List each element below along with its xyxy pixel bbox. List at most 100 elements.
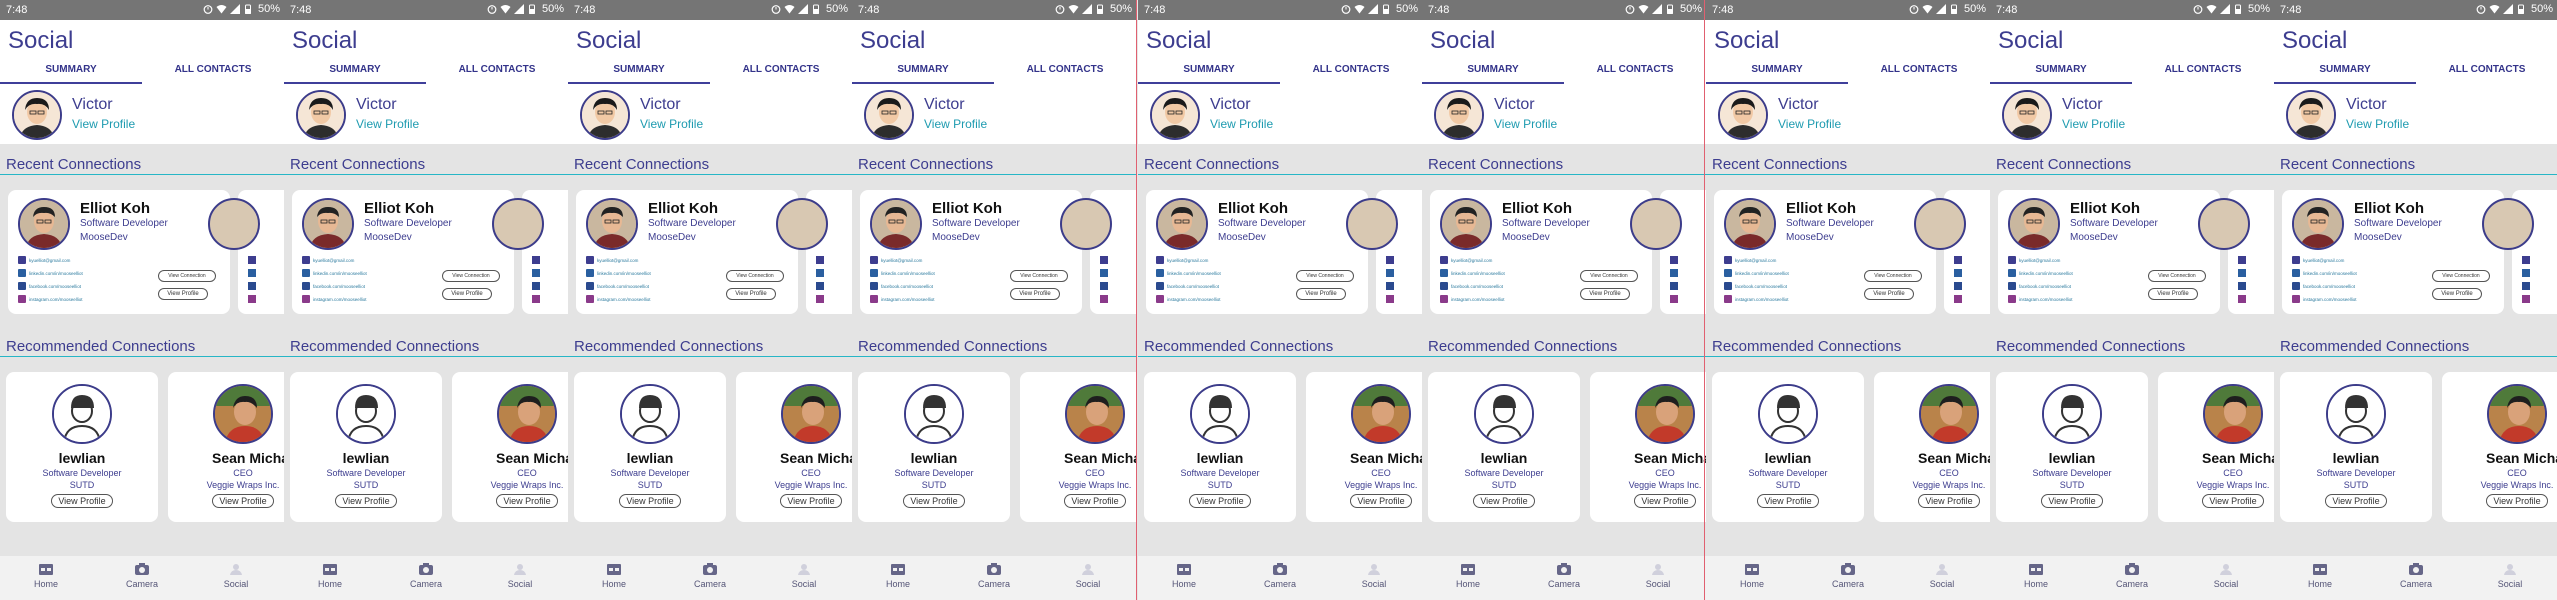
view-my-profile-link[interactable]: View Profile: [72, 117, 135, 131]
my-profile-row[interactable]: Victor View Profile: [0, 84, 284, 144]
tab-summary[interactable]: SUMMARY: [852, 64, 994, 84]
view-profile-button[interactable]: View Profile: [212, 494, 274, 508]
recommended-card[interactable]: lewlian Software Developer SUTD View Pro…: [6, 372, 158, 522]
recommended-card[interactable]: Sean Michael Li CEO Veggie Wraps Inc. Vi…: [452, 372, 568, 522]
recommended-card[interactable]: Sean Michael Li CEO Veggie Wraps Inc. Vi…: [736, 372, 852, 522]
view-profile-button[interactable]: View Profile: [780, 494, 842, 508]
tab-summary[interactable]: SUMMARY: [1706, 64, 1848, 84]
connection-card[interactable]: Elliot Koh Software Developer MooseDev k…: [8, 190, 230, 314]
nav-home[interactable]: Home: [16, 562, 76, 589]
recommended-card[interactable]: lewlian Software Developer SUTD View Pro…: [1428, 372, 1580, 522]
my-avatar[interactable]: [1434, 90, 1484, 140]
contact-facebook[interactable]: facebook.com/mooseelliot: [302, 282, 365, 290]
nav-home[interactable]: Home: [868, 562, 928, 589]
contact-facebook[interactable]: facebook.com/mooseelliot: [1156, 282, 1219, 290]
tab-summary[interactable]: SUMMARY: [1990, 64, 2132, 84]
nav-camera[interactable]: Camera: [1818, 562, 1878, 589]
nav-home[interactable]: Home: [2006, 562, 2066, 589]
nav-social[interactable]: Social: [774, 562, 834, 589]
view-my-profile-link[interactable]: View Profile: [2346, 117, 2409, 131]
view-profile-button[interactable]: View Profile: [1757, 494, 1819, 508]
contact-facebook[interactable]: facebook.com/mooseelliot: [2008, 282, 2071, 290]
contact-linkedin[interactable]: linkedin.com/in/mooseelliot: [870, 269, 935, 277]
contact-instagram[interactable]: instagram.com/mooseelliot: [2292, 295, 2357, 303]
view-my-profile-link[interactable]: View Profile: [1778, 117, 1841, 131]
connection-card-next[interactable]: [1630, 190, 1706, 314]
connection-card-next[interactable]: [492, 190, 568, 314]
nav-camera[interactable]: Camera: [112, 562, 172, 589]
my-profile-row[interactable]: Victor View Profile: [284, 84, 568, 144]
contact-email[interactable]: kyuelliot@gmail.com: [1440, 256, 1492, 264]
view-profile-button[interactable]: View Profile: [1189, 494, 1251, 508]
my-profile-row[interactable]: Victor View Profile: [1422, 84, 1706, 144]
my-avatar[interactable]: [12, 90, 62, 140]
view-my-profile-link[interactable]: View Profile: [1210, 117, 1273, 131]
my-avatar[interactable]: [1718, 90, 1768, 140]
view-profile-button[interactable]: View Profile: [1634, 494, 1696, 508]
nav-social[interactable]: Social: [2480, 562, 2540, 589]
tab-all-contacts[interactable]: ALL CONTACTS: [1564, 64, 1706, 84]
view-profile-button[interactable]: View Profile: [158, 288, 208, 300]
connection-card-next[interactable]: [2198, 190, 2274, 314]
view-my-profile-link[interactable]: View Profile: [2062, 117, 2125, 131]
contact-email[interactable]: kyuelliot@gmail.com: [2292, 256, 2344, 264]
contact-email[interactable]: kyuelliot@gmail.com: [1156, 256, 1208, 264]
my-profile-row[interactable]: Victor View Profile: [1706, 84, 1990, 144]
view-profile-button[interactable]: View Profile: [335, 494, 397, 508]
connection-card[interactable]: Elliot Koh Software Developer MooseDev k…: [1998, 190, 2220, 314]
nav-social[interactable]: Social: [206, 562, 266, 589]
view-connection-button[interactable]: View Connection: [1580, 270, 1638, 282]
connection-card[interactable]: Elliot Koh Software Developer MooseDev k…: [1146, 190, 1368, 314]
my-avatar[interactable]: [296, 90, 346, 140]
contact-facebook[interactable]: facebook.com/mooseelliot: [870, 282, 933, 290]
contact-instagram[interactable]: instagram.com/mooseelliot: [2008, 295, 2073, 303]
view-profile-button[interactable]: View Profile: [1296, 288, 1346, 300]
tab-all-contacts[interactable]: ALL CONTACTS: [426, 64, 568, 84]
contact-linkedin[interactable]: linkedin.com/in/mooseelliot: [302, 269, 367, 277]
my-profile-row[interactable]: Victor View Profile: [852, 84, 1136, 144]
view-connection-button[interactable]: View Connection: [2148, 270, 2206, 282]
nav-social[interactable]: Social: [1912, 562, 1972, 589]
tab-all-contacts[interactable]: ALL CONTACTS: [1848, 64, 1990, 84]
recommended-card[interactable]: lewlian Software Developer SUTD View Pro…: [858, 372, 1010, 522]
contact-facebook[interactable]: facebook.com/mooseelliot: [1440, 282, 1503, 290]
connection-card-next[interactable]: [208, 190, 284, 314]
contact-email[interactable]: kyuelliot@gmail.com: [1724, 256, 1776, 264]
view-profile-button[interactable]: View Profile: [1010, 288, 1060, 300]
contact-instagram[interactable]: instagram.com/mooseelliot: [1440, 295, 1505, 303]
nav-camera[interactable]: Camera: [1250, 562, 1310, 589]
my-avatar[interactable]: [580, 90, 630, 140]
nav-camera[interactable]: Camera: [1534, 562, 1594, 589]
contact-facebook[interactable]: facebook.com/mooseelliot: [2292, 282, 2355, 290]
view-profile-button[interactable]: View Profile: [51, 494, 113, 508]
tab-summary[interactable]: SUMMARY: [1138, 64, 1280, 84]
my-profile-row[interactable]: Victor View Profile: [1990, 84, 2274, 144]
contact-email[interactable]: kyuelliot@gmail.com: [2008, 256, 2060, 264]
view-profile-button[interactable]: View Profile: [442, 288, 492, 300]
nav-home[interactable]: Home: [1154, 562, 1214, 589]
view-profile-button[interactable]: View Profile: [1580, 288, 1630, 300]
view-profile-button[interactable]: View Profile: [2486, 494, 2548, 508]
view-profile-button[interactable]: View Profile: [1473, 494, 1535, 508]
connection-card[interactable]: Elliot Koh Software Developer MooseDev k…: [860, 190, 1082, 314]
contact-facebook[interactable]: facebook.com/mooseelliot: [586, 282, 649, 290]
nav-home[interactable]: Home: [2290, 562, 2350, 589]
contact-instagram[interactable]: instagram.com/mooseelliot: [1156, 295, 1221, 303]
nav-social[interactable]: Social: [490, 562, 550, 589]
view-profile-button[interactable]: View Profile: [2148, 288, 2198, 300]
contact-linkedin[interactable]: linkedin.com/in/mooseelliot: [1440, 269, 1505, 277]
contact-instagram[interactable]: instagram.com/mooseelliot: [18, 295, 83, 303]
view-my-profile-link[interactable]: View Profile: [640, 117, 703, 131]
recommended-card[interactable]: lewlian Software Developer SUTD View Pro…: [290, 372, 442, 522]
contact-linkedin[interactable]: linkedin.com/in/mooseelliot: [2008, 269, 2073, 277]
connection-card-next[interactable]: [1914, 190, 1990, 314]
contact-linkedin[interactable]: linkedin.com/in/mooseelliot: [586, 269, 651, 277]
connection-card-next[interactable]: [1060, 190, 1136, 314]
tab-summary[interactable]: SUMMARY: [0, 64, 142, 84]
view-profile-button[interactable]: View Profile: [2202, 494, 2264, 508]
nav-camera[interactable]: Camera: [680, 562, 740, 589]
contact-email[interactable]: kyuelliot@gmail.com: [870, 256, 922, 264]
my-avatar[interactable]: [864, 90, 914, 140]
tab-all-contacts[interactable]: ALL CONTACTS: [2416, 64, 2557, 84]
connection-card-next[interactable]: [1346, 190, 1422, 314]
